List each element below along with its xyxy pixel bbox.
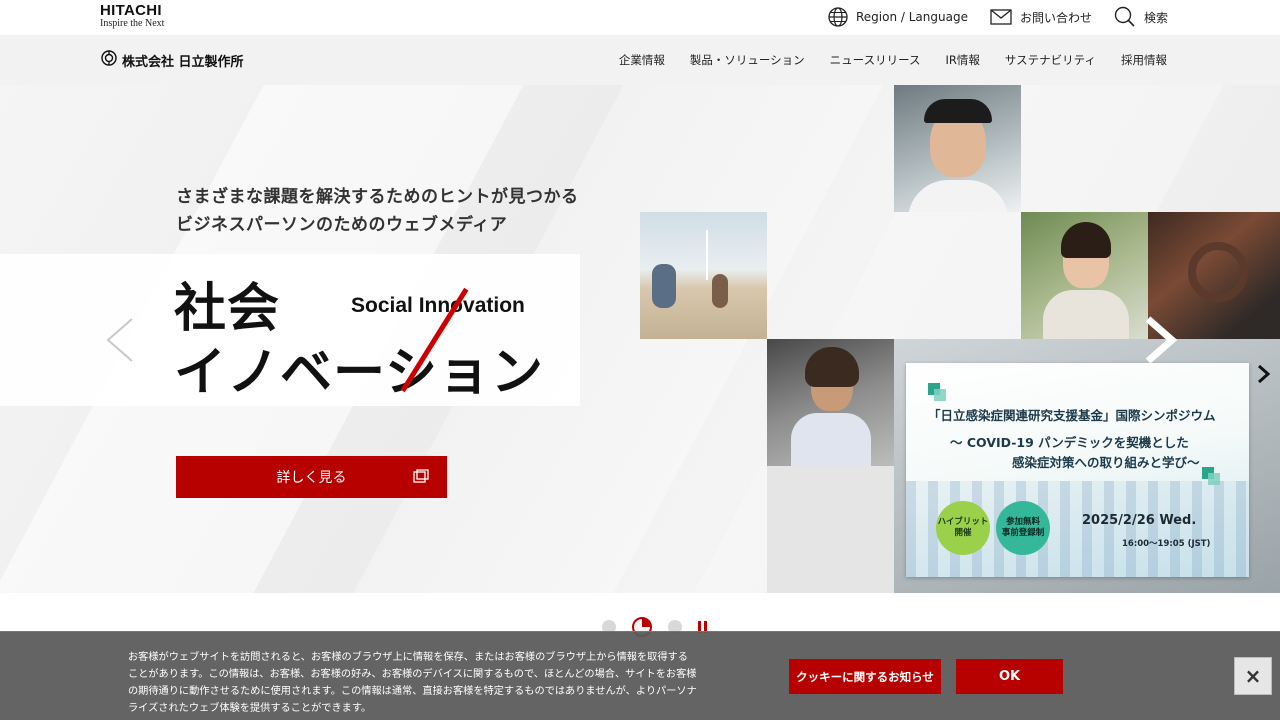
jacket-shape	[1043, 290, 1129, 339]
teal-square-mark	[934, 389, 946, 401]
teal-square-mark	[1208, 473, 1220, 485]
carousel-prev-button[interactable]	[100, 315, 140, 369]
search-link[interactable]: 検索	[1114, 6, 1168, 28]
hero-subheading-line1: さまざまな課題を解決するためのヒントが見つかる	[176, 187, 579, 207]
chevron-left-icon	[100, 316, 140, 369]
external-window-icon	[413, 469, 429, 487]
banner-time: 16:00～19:05 (JST)	[1122, 539, 1211, 549]
nav-item-ir[interactable]: IR情報	[946, 52, 980, 68]
turbine-shape	[706, 230, 708, 280]
uniform-shape	[908, 180, 1008, 212]
search-icon	[1114, 6, 1136, 28]
global-nav: 企業情報 製品・ソリューション ニュースリリース IR情報 サステナビリティ 採…	[619, 52, 1167, 68]
gear-shape	[1188, 242, 1248, 302]
banner-next-button[interactable]	[1255, 363, 1273, 389]
contact-label: お問い合わせ	[1019, 10, 1092, 25]
close-icon: ×	[1244, 664, 1262, 688]
free-registration-badge: 参加無料 事前登録制	[996, 501, 1050, 555]
hero-title-line2: イノベーション	[174, 343, 544, 403]
banner-title: 「日立感染症関連研究支援基金」国際シンポジウム	[928, 408, 1216, 423]
photo-beach-wind-turbines	[640, 212, 767, 339]
shirt-shape	[791, 413, 871, 466]
cookie-notice-button[interactable]: クッキーに関するお知らせ	[789, 659, 941, 694]
top-bar: HITACHI Inspire the Next Region / Langua…	[0, 0, 1280, 35]
badge-text: 参加無料	[1005, 517, 1040, 527]
photo-woman-park	[1021, 212, 1148, 339]
photo-woman-datacenter	[767, 339, 894, 466]
banner-line1: ～ COVID-19 パンデミックを契機とした	[950, 435, 1189, 450]
photo-tile-bottom	[767, 466, 894, 593]
learn-more-label: 詳しく見る	[276, 470, 347, 486]
hero-subheading: さまざまな課題を解決するためのヒントが見つかる ビジネスパーソンのためのウェブメ…	[176, 183, 579, 239]
cookie-ok-button[interactable]: OK	[956, 659, 1063, 694]
logo-tagline: Inspire the Next	[100, 18, 165, 29]
nav-item-careers[interactable]: 採用情報	[1121, 52, 1167, 68]
badge-text: ハイブリット	[937, 517, 989, 527]
learn-more-button[interactable]: 詳しく見る	[176, 456, 447, 498]
mail-icon	[990, 9, 1012, 25]
child-figure	[712, 274, 728, 308]
carousel-next-button[interactable]	[1140, 315, 1180, 369]
nav-item-company[interactable]: 企業情報	[619, 52, 665, 68]
cookie-consent-banner: お客様がウェブサイトを訪問されると、お客様のブラウザ上に情報を保存、またはお客様…	[0, 631, 1280, 720]
chevron-right-icon	[1255, 364, 1273, 389]
person-figure	[652, 264, 676, 308]
nav-item-news[interactable]: ニュースリリース	[830, 52, 921, 68]
corporate-name: 株式会社 日立製作所	[122, 54, 244, 70]
banner-line2: 感染症対策への取り組みと学び～	[1012, 455, 1200, 470]
banner-date: 2025/2/26 Wed.	[1082, 513, 1197, 528]
badge-text: 事前登録制	[1001, 528, 1045, 538]
main-nav-bar: 株式会社 日立製作所 企業情報 製品・ソリューション ニュースリリース IR情報…	[0, 35, 1280, 85]
region-language-link[interactable]: Region / Language	[828, 7, 968, 27]
nav-item-sustainability[interactable]: サステナビリティ	[1005, 52, 1096, 68]
utility-links: Region / Language お問い合わせ 検索	[828, 6, 1168, 28]
hero-subheading-line2: ビジネスパーソンのためのウェブメディア	[176, 215, 508, 235]
hybrid-badge: ハイブリット 開催	[936, 501, 990, 555]
corporate-home-link[interactable]: 株式会社 日立製作所	[101, 50, 244, 70]
badge-text: 開催	[954, 528, 972, 538]
cap-shape	[924, 99, 992, 123]
symposium-banner[interactable]: 「日立感染症関連研究支援基金」国際シンポジウム ～ COVID-19 パンデミッ…	[906, 363, 1249, 577]
globe-icon	[828, 7, 848, 27]
hero-carousel: さまざまな課題を解決するためのヒントが見つかる ビジネスパーソンのためのウェブメ…	[0, 85, 1280, 593]
logo-brand: HITACHI	[100, 2, 162, 19]
nav-item-products[interactable]: 製品・ソリューション	[690, 52, 805, 68]
hair-shape	[805, 347, 859, 387]
region-language-label: Region / Language	[855, 10, 968, 24]
search-label: 検索	[1143, 10, 1168, 25]
hero-title-english: Social Innovation	[351, 294, 525, 317]
cookie-message: お客様がウェブサイトを訪問されると、お客様のブラウザ上に情報を保存、またはお客様…	[128, 652, 697, 714]
cookie-close-button[interactable]: ×	[1234, 657, 1272, 695]
contact-link[interactable]: お問い合わせ	[990, 9, 1092, 26]
hair-shape	[1061, 222, 1111, 258]
photo-worker	[894, 85, 1021, 212]
hitachi-mark-icon	[101, 50, 117, 70]
hitachi-logo[interactable]: HITACHI Inspire the Next	[100, 2, 184, 30]
